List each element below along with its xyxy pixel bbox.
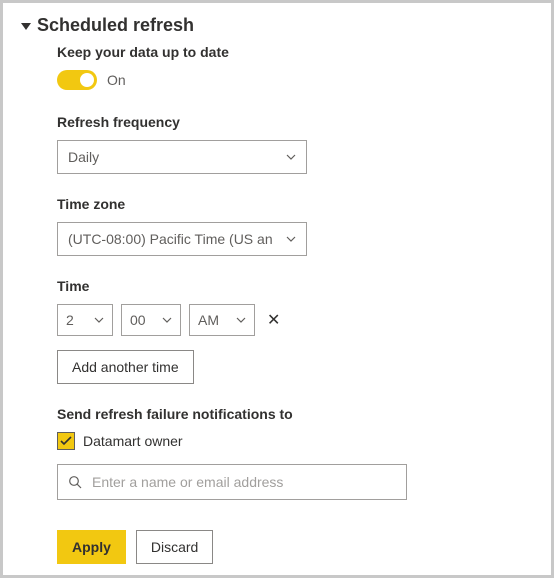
- caret-down-icon: [21, 23, 31, 30]
- add-another-time-button[interactable]: Add another time: [57, 350, 194, 384]
- chevron-down-icon: [286, 152, 296, 162]
- remove-time-icon[interactable]: ✕: [263, 310, 284, 330]
- time-minute-value: 00: [130, 312, 146, 328]
- time-hour-select[interactable]: 2: [57, 304, 113, 336]
- refresh-frequency-group: Refresh frequency Daily: [57, 114, 483, 174]
- refresh-frequency-value: Daily: [68, 149, 99, 165]
- datamart-owner-checkbox[interactable]: [57, 432, 75, 450]
- notify-email-input[interactable]: [92, 474, 396, 490]
- search-icon: [68, 475, 82, 489]
- time-row: 2 00 AM ✕: [57, 304, 483, 336]
- refresh-frequency-select[interactable]: Daily: [57, 140, 307, 174]
- notify-label: Send refresh failure notifications to: [57, 406, 483, 422]
- notify-group: Send refresh failure notifications to Da…: [57, 406, 483, 500]
- time-hour-value: 2: [66, 312, 74, 328]
- time-zone-select[interactable]: (UTC-08:00) Pacific Time (US an: [57, 222, 307, 256]
- refresh-frequency-label: Refresh frequency: [57, 114, 483, 130]
- section-header[interactable]: Scheduled refresh: [21, 15, 533, 36]
- chevron-down-icon: [94, 315, 104, 325]
- time-zone-label: Time zone: [57, 196, 483, 212]
- section-title: Scheduled refresh: [37, 15, 194, 36]
- footer-actions: Apply Discard: [57, 530, 483, 564]
- discard-button[interactable]: Discard: [136, 530, 213, 564]
- chevron-down-icon: [162, 315, 172, 325]
- notify-email-input-wrap[interactable]: [57, 464, 407, 500]
- time-ampm-value: AM: [198, 312, 219, 328]
- keep-up-to-date-label: Keep your data up to date: [57, 44, 483, 60]
- time-label: Time: [57, 278, 483, 294]
- chevron-down-icon: [236, 315, 246, 325]
- time-ampm-select[interactable]: AM: [189, 304, 255, 336]
- datamart-owner-label: Datamart owner: [83, 433, 183, 449]
- toggle-knob: [80, 73, 94, 87]
- chevron-down-icon: [286, 234, 296, 244]
- apply-button[interactable]: Apply: [57, 530, 126, 564]
- time-zone-group: Time zone (UTC-08:00) Pacific Time (US a…: [57, 196, 483, 256]
- time-group: Time 2 00 AM ✕ Add another: [57, 278, 483, 384]
- time-minute-select[interactable]: 00: [121, 304, 181, 336]
- keep-up-to-date-group: Keep your data up to date On: [57, 44, 483, 90]
- toggle-state-label: On: [107, 72, 126, 88]
- keep-up-to-date-toggle[interactable]: [57, 70, 97, 90]
- time-zone-value: (UTC-08:00) Pacific Time (US an: [68, 231, 273, 247]
